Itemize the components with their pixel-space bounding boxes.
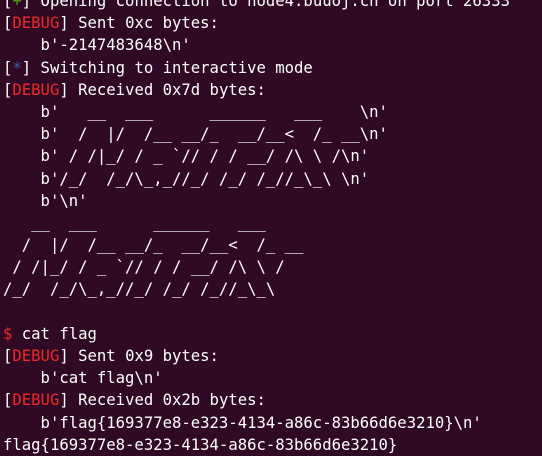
terminal-line: b'\n' — [3, 190, 542, 212]
terminal-output: [+] Opening connection to node4.buuoj.cn… — [3, 0, 542, 456]
terminal-line: [+] Opening connection to node4.buuoj.cn… — [3, 0, 542, 12]
log-tag-bracket-open: [ — [3, 391, 13, 410]
log-tag-bracket-open: [ — [3, 58, 13, 77]
log-message: Sent 0xc bytes: — [68, 14, 219, 33]
terminal-line: b' __ ___ ______ ___ \n' — [3, 101, 542, 123]
output-text: b'-2147483648\n' — [3, 36, 191, 55]
command-text: cat flag — [12, 324, 97, 343]
terminal-line: b'-2147483648\n' — [3, 34, 542, 56]
log-message: Received 0x7d bytes: — [68, 80, 266, 99]
log-tag-bracket-open: [ — [3, 0, 13, 10]
shell-prompt: $ — [3, 324, 13, 343]
terminal-window[interactable]: [+] Opening connection to node4.buuoj.cn… — [0, 0, 542, 456]
terminal-line: b' / /|_/ / _ `// / / __/ /\ \ /\n' — [3, 145, 542, 167]
terminal-line: / /|_/ / _ `// / / __/ /\ \ / — [3, 256, 542, 278]
output-text: b' / |/ /__ __/_ __/__< /_ __\n' — [3, 125, 388, 144]
output-text: b'/_/ /_/\_,_//_/ /_/ /_//_\_\ \n' — [3, 169, 370, 188]
log-message: Sent 0x9 bytes: — [68, 347, 219, 365]
terminal-line: [*] Switching to interactive mode — [3, 57, 542, 79]
log-tag-bracket-close: ] — [59, 391, 69, 410]
terminal-line: [DEBUG] Sent 0xc bytes: — [3, 12, 542, 34]
output-text: /_/ /_/\_,_//_/ /_/ /_//_\_\ — [3, 280, 276, 299]
terminal-line: /_/ /_/\_,_//_/ /_/ /_//_\_\ — [3, 278, 542, 300]
log-tag-bracket-close: ] — [59, 14, 69, 33]
terminal-line: [DEBUG] Received 0x2b bytes: — [3, 389, 542, 411]
debug-tag: DEBUG — [12, 14, 60, 33]
success-tag: + — [12, 0, 22, 10]
terminal-line: b' / |/ /__ __/_ __/__< /_ __\n' — [3, 123, 542, 145]
log-tag-bracket-close: ] — [59, 80, 69, 99]
terminal-line: b'flag{169377e8-e323-4134-a86c-83b66d6e3… — [3, 412, 542, 434]
debug-tag: DEBUG — [12, 391, 60, 410]
log-message: Received 0x2b bytes: — [68, 391, 266, 410]
debug-tag: DEBUG — [12, 80, 60, 99]
output-text: / /|_/ / _ `// / / __/ /\ \ / — [3, 258, 285, 277]
output-text: b'cat flag\n' — [3, 369, 163, 388]
output-text: / |/ /__ __/_ __/__< /_ __ — [3, 236, 304, 255]
output-text: b'flag{169377e8-e323-4134-a86c-83b66d6e3… — [3, 413, 482, 432]
terminal-line: b'/_/ /_/\_,_//_/ /_/ /_//_\_\ \n' — [3, 168, 542, 190]
debug-tag: DEBUG — [12, 347, 60, 365]
terminal-line: [DEBUG] Received 0x7d bytes: — [3, 79, 542, 101]
output-text: flag{169377e8-e323-4134-a86c-83b66d6e321… — [3, 435, 398, 454]
log-message: Switching to interactive mode — [31, 58, 313, 77]
terminal-line: $ cat flag — [3, 323, 542, 345]
log-message: Opening connection to node4.buuoj.cn on … — [31, 0, 510, 10]
terminal-line: [DEBUG] Sent 0x9 bytes: — [3, 345, 542, 367]
info-tag: * — [12, 58, 22, 77]
output-text: b' __ ___ ______ ___ \n' — [3, 102, 388, 121]
log-tag-bracket-close: ] — [21, 0, 32, 10]
output-text: b' / /|_/ / _ `// / / __/ /\ \ /\n' — [3, 147, 370, 166]
log-tag-bracket-open: [ — [3, 80, 13, 99]
terminal-line: b'cat flag\n' — [3, 367, 542, 389]
log-tag-bracket-open: [ — [3, 347, 13, 365]
output-text: __ ___ ______ ___ — [3, 213, 304, 232]
terminal-line: flag{169377e8-e323-4134-a86c-83b66d6e321… — [3, 434, 542, 456]
terminal-line: __ ___ ______ ___ — [3, 212, 542, 234]
output-text: b'\n' — [3, 191, 88, 210]
log-tag-bracket-close: ] — [59, 347, 69, 365]
log-tag-bracket-open: [ — [3, 14, 13, 33]
terminal-line: / |/ /__ __/_ __/__< /_ __ — [3, 234, 542, 256]
log-tag-bracket-close: ] — [21, 58, 32, 77]
